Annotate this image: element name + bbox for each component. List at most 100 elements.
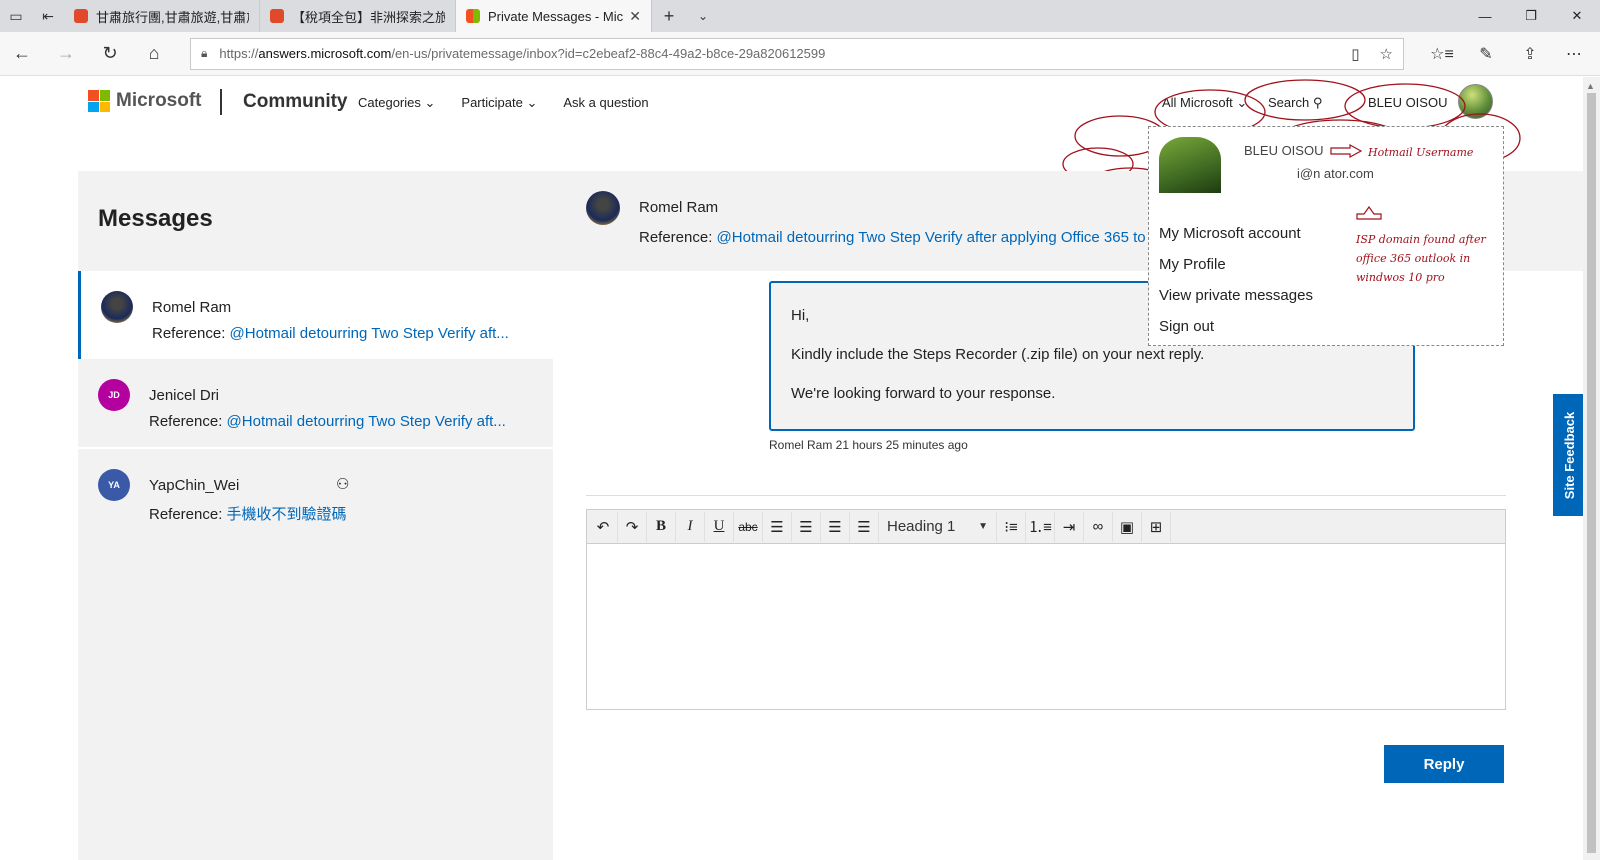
italic-icon[interactable]: I	[676, 511, 705, 542]
page-scrollbar[interactable]: ▲	[1583, 77, 1600, 860]
conversation-reference: Reference: @Hotmail detourring Two Step …	[149, 413, 506, 430]
chevron-down-icon: ⌄	[424, 95, 436, 110]
reference-link[interactable]: 手機收不到驗證碼	[227, 506, 347, 523]
avatar	[101, 291, 133, 323]
messages-sidebar: Messages Romel Ram Reference: @Hotmail d…	[78, 171, 553, 860]
nav-categories[interactable]: Categories ⌄	[358, 95, 435, 111]
header-divider	[220, 89, 222, 115]
site-feedback-button[interactable]: Site Feedback	[1553, 394, 1586, 516]
bullet-list-icon[interactable]: ⁝≡	[997, 511, 1026, 542]
message-line: We're looking forward to your response.	[791, 385, 1056, 402]
menu-item-sign-out[interactable]: Sign out	[1159, 318, 1214, 335]
redo-icon[interactable]: ↷	[618, 511, 647, 542]
address-toolbar: ← → ↻ ⌂ 🔒︎ https://answers.microsoft.com…	[0, 32, 1600, 76]
editor-toolbar: ↶ ↷ B I U abc ☰ ☰ ☰ ☰ Heading 1 ▼ ⁝≡ ⒈≡ ⇥…	[587, 510, 1505, 544]
messages-title: Messages	[98, 205, 213, 232]
back-icon[interactable]: ←	[0, 43, 44, 64]
reference-link[interactable]: @Hotmail detourring Two Step Verify aft.…	[227, 413, 506, 430]
chevron-down-icon: ⌄	[526, 95, 538, 110]
link-icon[interactable]: ∞	[1084, 511, 1113, 542]
url-path: /en-us/privatemessage/inbox?id=c2ebeaf2-…	[391, 46, 826, 61]
reference-link[interactable]: @Hotmail detourring Two Step Verify afte…	[717, 229, 1146, 246]
url-host: answers.microsoft.com	[258, 46, 392, 61]
conversation-item[interactable]: Romel Ram Reference: @Hotmail detourring…	[78, 271, 553, 359]
close-tab-icon[interactable]: ✕	[629, 8, 641, 25]
close-window-icon[interactable]: ✕	[1554, 0, 1600, 32]
image-icon[interactable]: ▣	[1113, 511, 1142, 542]
community-link[interactable]: Community	[243, 91, 348, 113]
pen-icon[interactable]: ✎	[1464, 44, 1508, 64]
indent-icon[interactable]: ⇥	[1055, 511, 1084, 542]
scrollbar-thumb[interactable]	[1587, 93, 1596, 853]
restore-icon[interactable]: ❐	[1508, 0, 1554, 32]
tab-list-chevron-icon[interactable]: ⌄	[686, 0, 720, 32]
conversation-name: Romel Ram	[152, 299, 232, 316]
bold-icon[interactable]: B	[647, 511, 676, 542]
numbered-list-icon[interactable]: ⒈≡	[1026, 511, 1055, 542]
browser-tab-bar: ▭ ⇤ 甘肅旅行團,甘肅旅遊,甘肅旅 【稅項全包】非洲探索之旅 Private …	[0, 0, 1600, 32]
menu-item-microsoft-account[interactable]: My Microsoft account	[1159, 225, 1301, 242]
conversation-item[interactable]: YA YapChin_Wei ⚇ Reference: 手機收不到驗證碼	[78, 449, 553, 537]
annotation-username: Hotmail Username	[1368, 146, 1474, 159]
tab-favicon	[270, 9, 284, 23]
lock-icon: 🔒︎	[201, 46, 208, 60]
underline-icon[interactable]: U	[705, 511, 734, 542]
undo-icon[interactable]: ↶	[589, 511, 618, 542]
menu-item-private-messages[interactable]: View private messages	[1159, 287, 1313, 304]
dropdown-email: i@n ator.com	[1297, 166, 1374, 181]
tab-actions-icon[interactable]: ▭	[0, 0, 32, 32]
nav-participate[interactable]: Participate ⌄	[461, 95, 537, 111]
message-line: Kindly include the Steps Recorder (.zip …	[791, 346, 1205, 363]
set-aside-tabs-icon[interactable]: ⇤	[32, 0, 64, 32]
window-controls: — ❐ ✕	[1462, 0, 1600, 32]
url-scheme: https://	[219, 46, 259, 61]
menu-item-profile[interactable]: My Profile	[1159, 256, 1226, 273]
scroll-up-icon[interactable]: ▲	[1586, 81, 1595, 91]
justify-icon[interactable]: ☰	[850, 511, 879, 542]
minimize-icon[interactable]: —	[1462, 0, 1508, 32]
align-right-icon[interactable]: ☰	[821, 511, 850, 542]
heading-select[interactable]: Heading 1 ▼	[879, 511, 997, 542]
microsoft-logo-icon	[88, 90, 110, 112]
share-icon[interactable]: ⇪	[1508, 44, 1552, 64]
divider	[586, 495, 1506, 496]
favorite-star-icon[interactable]: ☆	[1380, 45, 1393, 63]
conversation-name: YapChin_Wei	[149, 477, 240, 494]
nav-ask-question[interactable]: Ask a question	[563, 95, 648, 111]
reading-view-icon[interactable]: ▯	[1351, 45, 1359, 63]
arrow-right-icon	[1330, 144, 1362, 158]
refresh-icon[interactable]: ↻	[88, 43, 132, 64]
browser-tab-2[interactable]: 【稅項全包】非洲探索之旅	[260, 0, 456, 32]
align-center-icon[interactable]: ☰	[792, 511, 821, 542]
conversation-item[interactable]: JD Jenicel Dri Reference: @Hotmail detou…	[78, 359, 553, 447]
caret-down-icon: ▼	[978, 521, 988, 532]
microsoft-favicon	[466, 9, 480, 23]
editor-body[interactable]	[587, 544, 1505, 709]
avatar	[586, 191, 620, 225]
reference-link[interactable]: @Hotmail detourring Two Step Verify aft.…	[230, 325, 509, 342]
favorites-icon[interactable]: ☆≡	[1420, 44, 1464, 64]
forward-icon[interactable]: →	[44, 43, 88, 64]
header-nav: Categories ⌄ Participate ⌄ Ask a questio…	[358, 95, 649, 111]
avatar: YA	[98, 469, 130, 501]
strikethrough-icon[interactable]: abc	[734, 511, 763, 542]
conversation-reference: Reference: @Hotmail detourring Two Step …	[152, 325, 509, 342]
message-timestamp: Romel Ram 21 hours 25 minutes ago	[769, 438, 968, 452]
home-icon[interactable]: ⌂	[132, 43, 176, 64]
microsoft-logo[interactable]: Microsoft	[88, 90, 202, 112]
more-icon[interactable]: ⋯	[1552, 44, 1596, 64]
reply-button[interactable]: Reply	[1384, 745, 1504, 783]
avatar: JD	[98, 379, 130, 411]
new-tab-icon[interactable]: +	[652, 0, 686, 32]
conversation-reference: Reference: 手機收不到驗證碼	[149, 506, 347, 523]
dropdown-user-name: BLEU OISOU	[1244, 143, 1324, 158]
browser-tab-1[interactable]: 甘肅旅行團,甘肅旅遊,甘肅旅	[64, 0, 260, 32]
table-icon[interactable]: ⊞	[1142, 511, 1171, 542]
tab-favicon	[74, 9, 88, 23]
tab-title: Private Messages - Micr	[488, 8, 624, 24]
browser-tab-active[interactable]: Private Messages - Micr ✕	[456, 0, 652, 32]
align-left-icon[interactable]: ☰	[763, 511, 792, 542]
tab-title: 甘肅旅行團,甘肅旅遊,甘肅旅	[96, 9, 249, 25]
url-bar[interactable]: 🔒︎ https://answers.microsoft.com/en-us/p…	[190, 37, 1404, 70]
brand-name: Microsoft	[116, 90, 202, 111]
